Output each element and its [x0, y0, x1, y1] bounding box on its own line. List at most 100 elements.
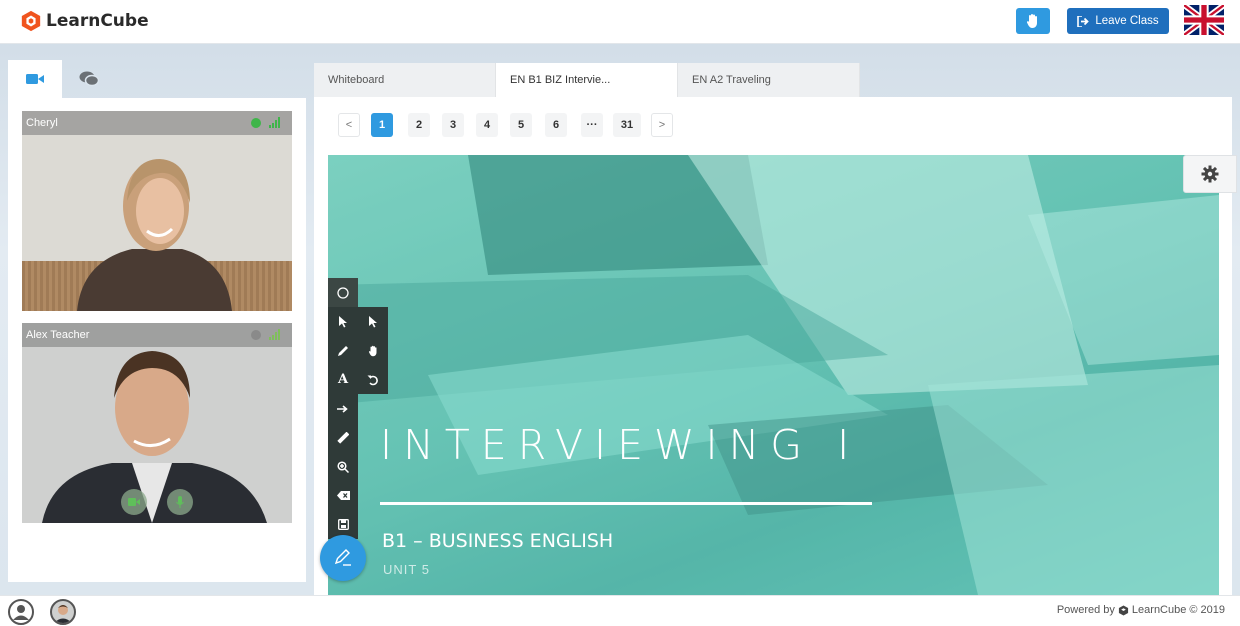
gear-icon: [1201, 165, 1219, 183]
page-button-6[interactable]: 6: [545, 113, 567, 137]
circle-icon: [337, 286, 349, 299]
pan-tool[interactable]: [358, 336, 388, 365]
learncube-small-icon: [1118, 604, 1129, 616]
video-name-bar: Cheryl: [22, 111, 292, 135]
page-button-1[interactable]: 1: [371, 113, 393, 137]
participant-video-alex: [22, 323, 292, 523]
tab-whiteboard[interactable]: Whiteboard: [314, 63, 496, 97]
powered-by-brand[interactable]: LearnCube: [1132, 604, 1186, 616]
powered-by: Powered by LearnCube © 2019: [1057, 604, 1225, 616]
camera-toggle-button[interactable]: [121, 489, 147, 515]
page-button-4[interactable]: 4: [476, 113, 498, 137]
slide-unit: UNIT 5: [383, 562, 430, 577]
page-button-5[interactable]: 5: [510, 113, 532, 137]
next-page-icon: >: [658, 119, 666, 131]
tab-en-a2-traveling[interactable]: EN A2 Traveling: [678, 63, 860, 97]
text-tool[interactable]: A: [328, 365, 358, 394]
video-tile-cheryl[interactable]: Cheryl: [22, 111, 292, 311]
signal-strength-icon: [269, 117, 280, 128]
top-bar: LearnCube Leave Class: [0, 0, 1240, 44]
arrow-tool[interactable]: [328, 394, 358, 423]
offline-status-icon: [251, 330, 261, 340]
save-icon: [337, 519, 349, 530]
slide-background-photo: [328, 155, 1219, 595]
zoom-tool[interactable]: [328, 452, 358, 481]
footer-bar: Powered by LearnCube © 2019: [0, 595, 1240, 626]
user-avatar-teacher[interactable]: [50, 599, 76, 625]
page-button-2[interactable]: 2: [408, 113, 430, 137]
leave-class-label: Leave Class: [1095, 15, 1159, 27]
shape-tool[interactable]: [328, 278, 358, 307]
page-button-31[interactable]: 31: [613, 113, 641, 137]
participants-tabs: [8, 60, 306, 98]
arrow-right-icon: [337, 404, 348, 413]
select-tool[interactable]: [328, 307, 358, 336]
slide-divider: [380, 502, 872, 505]
slide-title: INTERVIEWING I: [380, 421, 861, 469]
learncube-logo-icon: [21, 10, 41, 32]
user-avatar-default[interactable]: [8, 599, 34, 625]
raise-hand-button[interactable]: [1016, 8, 1050, 34]
hand-icon: [368, 345, 376, 356]
tab-chat[interactable]: [62, 60, 116, 98]
prev-page-button[interactable]: <: [338, 113, 360, 137]
pointer-icon: [369, 315, 377, 327]
uk-flag-icon[interactable]: [1184, 5, 1224, 35]
page-number: 1: [378, 119, 386, 131]
video-camera-icon: [128, 498, 140, 506]
microphone-toggle-button[interactable]: [167, 489, 193, 515]
sign-out-icon: [1077, 15, 1090, 27]
app-name: LearnCube: [46, 11, 149, 31]
learncube-logo[interactable]: LearnCube: [20, 10, 149, 32]
participants-panel: Cheryl Alex Teacher: [8, 60, 306, 582]
chat-icon: [79, 71, 99, 87]
video-tile-alex-teacher[interactable]: Alex Teacher: [22, 323, 292, 523]
ruler-tool[interactable]: [328, 423, 358, 452]
edit-pencil-icon: [334, 549, 351, 566]
slide-subtitle: B1 – BUSINESS ENGLISH: [382, 530, 614, 552]
undo-tool[interactable]: [358, 365, 388, 394]
prev-page-icon: <: [345, 119, 353, 131]
microphone-icon: [176, 496, 184, 508]
tab-en-b1-biz[interactable]: EN B1 BIZ Intervie...: [496, 63, 678, 97]
page-number: 3: [449, 119, 457, 131]
next-page-button[interactable]: >: [651, 113, 673, 137]
eraser-icon: [336, 491, 350, 500]
ruler-icon: [337, 431, 349, 444]
participant-video-cheryl: [22, 111, 292, 311]
video-list: Cheryl Alex Teacher: [8, 98, 306, 582]
powered-by-text: Powered by: [1056, 604, 1115, 616]
user-icon: [13, 605, 29, 620]
page-number: 6: [552, 119, 560, 131]
eraser-tool[interactable]: [328, 481, 358, 510]
tab-label: EN A2 Traveling: [692, 74, 771, 86]
page-button-3[interactable]: 3: [442, 113, 464, 137]
slide-canvas[interactable]: INTERVIEWING I B1 – BUSINESS ENGLISH UNI…: [328, 155, 1219, 595]
pen-tool[interactable]: [328, 336, 358, 365]
pencil-icon: [338, 345, 348, 356]
participant-name: Alex Teacher: [26, 329, 90, 341]
online-status-icon: [251, 118, 261, 128]
tab-label: Whiteboard: [328, 74, 385, 86]
laser-pointer-tool[interactable]: [358, 307, 388, 336]
text-icon: A: [337, 372, 349, 387]
undo-icon: [367, 375, 378, 385]
page-number: 5: [517, 119, 525, 131]
page-number: 4: [483, 119, 491, 131]
page-number: 2: [415, 119, 423, 131]
pointer-icon: [339, 315, 347, 327]
more-pages-button[interactable]: ···: [581, 113, 603, 137]
signal-strength-icon: [269, 329, 280, 340]
annotate-toggle-button[interactable]: [320, 535, 366, 581]
teacher-avatar-image: [54, 605, 72, 623]
video-camera-icon: [26, 74, 44, 84]
page-ellipsis: ···: [586, 119, 598, 131]
tab-label: EN B1 BIZ Intervie...: [510, 74, 611, 86]
hand-icon: [1026, 14, 1037, 28]
tab-video[interactable]: [8, 60, 62, 98]
zoom-in-icon: [337, 460, 349, 473]
leave-class-button[interactable]: Leave Class: [1067, 8, 1169, 34]
copyright-text: © 2019: [1189, 604, 1225, 616]
page-number: 31: [620, 119, 634, 131]
settings-button[interactable]: [1183, 155, 1237, 193]
